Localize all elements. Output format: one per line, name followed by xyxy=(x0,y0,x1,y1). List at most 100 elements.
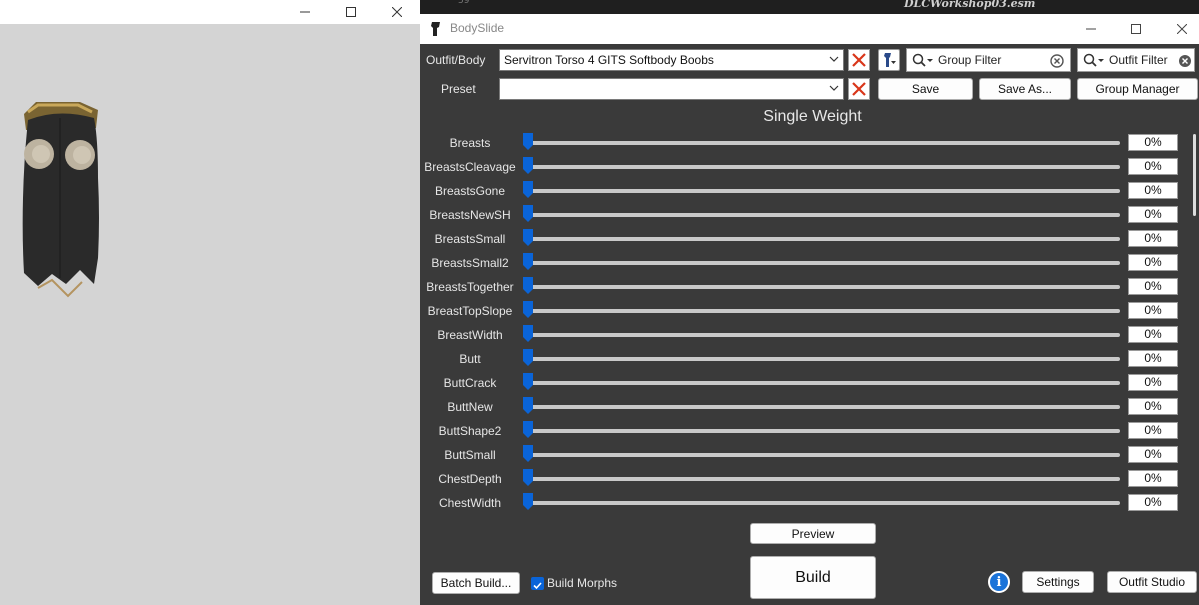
slider-thumb[interactable] xyxy=(523,493,533,510)
slider-thumb[interactable] xyxy=(523,181,533,198)
slider-value-input[interactable]: 0% xyxy=(1128,350,1178,367)
slider-name: BreastsGone xyxy=(434,184,506,198)
clear-outfit-filter-icon[interactable] xyxy=(1178,54,1192,68)
build-button[interactable]: Build xyxy=(750,556,876,599)
slider-thumb[interactable] xyxy=(523,445,533,462)
group-filter-box[interactable]: Group Filter xyxy=(906,48,1071,72)
group-manager-button[interactable]: Group Manager xyxy=(1077,78,1198,100)
slider-row: BreastTopSlope 0% xyxy=(420,299,1199,323)
clear-outfit-button[interactable] xyxy=(848,49,870,71)
slider-value-input[interactable]: 0% xyxy=(1128,254,1178,271)
preset-combobox[interactable] xyxy=(499,78,844,100)
slider-thumb[interactable] xyxy=(523,349,533,366)
slider-thumb[interactable] xyxy=(523,253,533,270)
bodyslide-titlebar: BodySlide xyxy=(420,14,1199,44)
close-icon[interactable] xyxy=(374,0,420,24)
slider-thumb[interactable] xyxy=(523,325,533,342)
minimize-icon[interactable] xyxy=(282,0,328,24)
slider-track[interactable] xyxy=(527,477,1120,481)
slider-scrollbar[interactable] xyxy=(1190,132,1199,518)
outfit-filter-box[interactable]: Outfit Filter xyxy=(1077,48,1195,72)
slider-track[interactable] xyxy=(527,453,1120,457)
slider-thumb[interactable] xyxy=(523,133,533,150)
slider-value-input[interactable]: 0% xyxy=(1128,326,1178,343)
section-title: Single Weight xyxy=(763,108,862,125)
outfit-body-combobox[interactable]: Servitron Torso 4 GITS Softbody Boobs xyxy=(499,49,844,71)
slider-value-input[interactable]: 0% xyxy=(1128,470,1178,487)
slider-name: BreastsNewSH xyxy=(429,208,511,222)
build-morphs-label[interactable]: Build Morphs xyxy=(547,576,617,590)
slider-row: ChestDepth 0% xyxy=(420,467,1199,491)
outfit-studio-button[interactable]: Outfit Studio xyxy=(1107,571,1197,593)
slider-thumb[interactable] xyxy=(523,469,533,486)
slider-thumb[interactable] xyxy=(523,421,533,438)
slider-track[interactable] xyxy=(527,189,1120,193)
slider-name: ButtNew xyxy=(447,400,493,414)
slider-value-input[interactable]: 0% xyxy=(1128,398,1178,415)
info-icon[interactable]: i xyxy=(988,571,1010,593)
slider-track[interactable] xyxy=(527,141,1120,145)
slider-thumb[interactable] xyxy=(523,277,533,294)
slider-row: BreastsNewSH 0% xyxy=(420,203,1199,227)
slider-value-input[interactable]: 0% xyxy=(1128,302,1178,319)
slider-value-input[interactable]: 0% xyxy=(1128,422,1178,439)
preview-button[interactable]: Preview xyxy=(750,523,876,544)
clear-preset-button[interactable] xyxy=(848,78,870,100)
settings-button[interactable]: Settings xyxy=(1022,571,1094,593)
slider-track[interactable] xyxy=(527,429,1120,433)
background-window: 59 DLCWorkshop03.esm xyxy=(420,0,1199,14)
slider-value-input[interactable]: 0% xyxy=(1128,158,1178,175)
slider-track[interactable] xyxy=(527,405,1120,409)
slider-value-input[interactable]: 0% xyxy=(1128,446,1178,463)
slider-thumb[interactable] xyxy=(523,205,533,222)
outfit-filter-input[interactable]: Outfit Filter xyxy=(1109,53,1168,67)
minimize-icon[interactable] xyxy=(1068,14,1114,44)
scrollbar-thumb[interactable] xyxy=(1193,134,1196,216)
slider-thumb[interactable] xyxy=(523,373,533,390)
slider-row: Butt 0% xyxy=(420,347,1199,371)
slider-thumb[interactable] xyxy=(523,229,533,246)
slider-row: Breasts 0% xyxy=(420,131,1199,155)
close-icon xyxy=(852,82,866,96)
slider-name: BreastsTogether xyxy=(426,280,514,294)
slider-name: ButtCrack xyxy=(443,376,497,390)
slider-value-input[interactable]: 0% xyxy=(1128,182,1178,199)
slider-thumb[interactable] xyxy=(523,397,533,414)
slider-value-input[interactable]: 0% xyxy=(1128,206,1178,223)
maximize-icon[interactable] xyxy=(328,0,374,24)
maximize-icon[interactable] xyxy=(1113,14,1159,44)
slider-track[interactable] xyxy=(527,165,1120,169)
slider-track[interactable] xyxy=(527,333,1120,337)
slider-track[interactable] xyxy=(527,213,1120,217)
body-model-preview[interactable] xyxy=(18,98,108,306)
close-icon[interactable] xyxy=(1159,14,1199,44)
slider-value-input[interactable]: 0% xyxy=(1128,374,1178,391)
slider-track[interactable] xyxy=(527,357,1120,361)
batch-build-button[interactable]: Batch Build... xyxy=(432,572,520,594)
slider-value-input[interactable]: 0% xyxy=(1128,134,1178,151)
slider-thumb[interactable] xyxy=(523,301,533,318)
slider-track[interactable] xyxy=(527,237,1120,241)
save-as-button[interactable]: Save As... xyxy=(979,78,1071,100)
clear-group-filter-icon[interactable] xyxy=(1050,54,1064,68)
slider-name: BreastWidth xyxy=(437,328,503,342)
slider-track[interactable] xyxy=(527,501,1120,505)
outfit-body-label: Outfit/Body xyxy=(426,53,486,67)
slider-track[interactable] xyxy=(527,309,1120,313)
slider-row: BreastWidth 0% xyxy=(420,323,1199,347)
slider-track[interactable] xyxy=(527,381,1120,385)
slider-name: Butt xyxy=(459,352,481,366)
slider-track[interactable] xyxy=(527,285,1120,289)
save-button[interactable]: Save xyxy=(878,78,973,100)
slider-value-input[interactable]: 0% xyxy=(1128,494,1178,511)
filter-outfit-button[interactable] xyxy=(878,49,900,71)
slider-value-input[interactable]: 0% xyxy=(1128,278,1178,295)
preset-label: Preset xyxy=(441,82,476,96)
group-filter-input[interactable]: Group Filter xyxy=(938,53,1001,67)
slider-thumb[interactable] xyxy=(523,157,533,174)
slider-name: ButtShape2 xyxy=(438,424,502,438)
slider-row: ChestWidth 0% xyxy=(420,491,1199,515)
slider-value-input[interactable]: 0% xyxy=(1128,230,1178,247)
slider-track[interactable] xyxy=(527,261,1120,265)
build-morphs-checkbox[interactable] xyxy=(531,577,544,590)
